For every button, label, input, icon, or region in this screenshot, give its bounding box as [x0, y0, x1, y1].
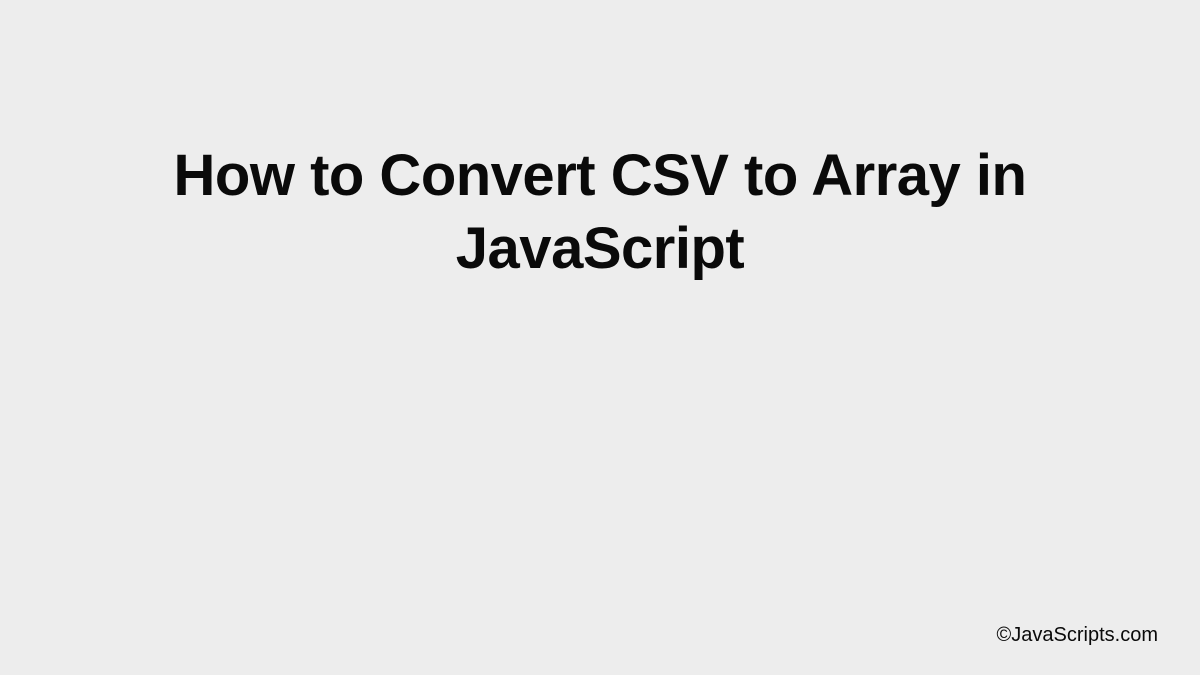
page-title: How to Convert CSV to Array in JavaScrip…	[0, 140, 1200, 285]
copyright-footer: ©JavaScripts.com	[997, 624, 1158, 647]
